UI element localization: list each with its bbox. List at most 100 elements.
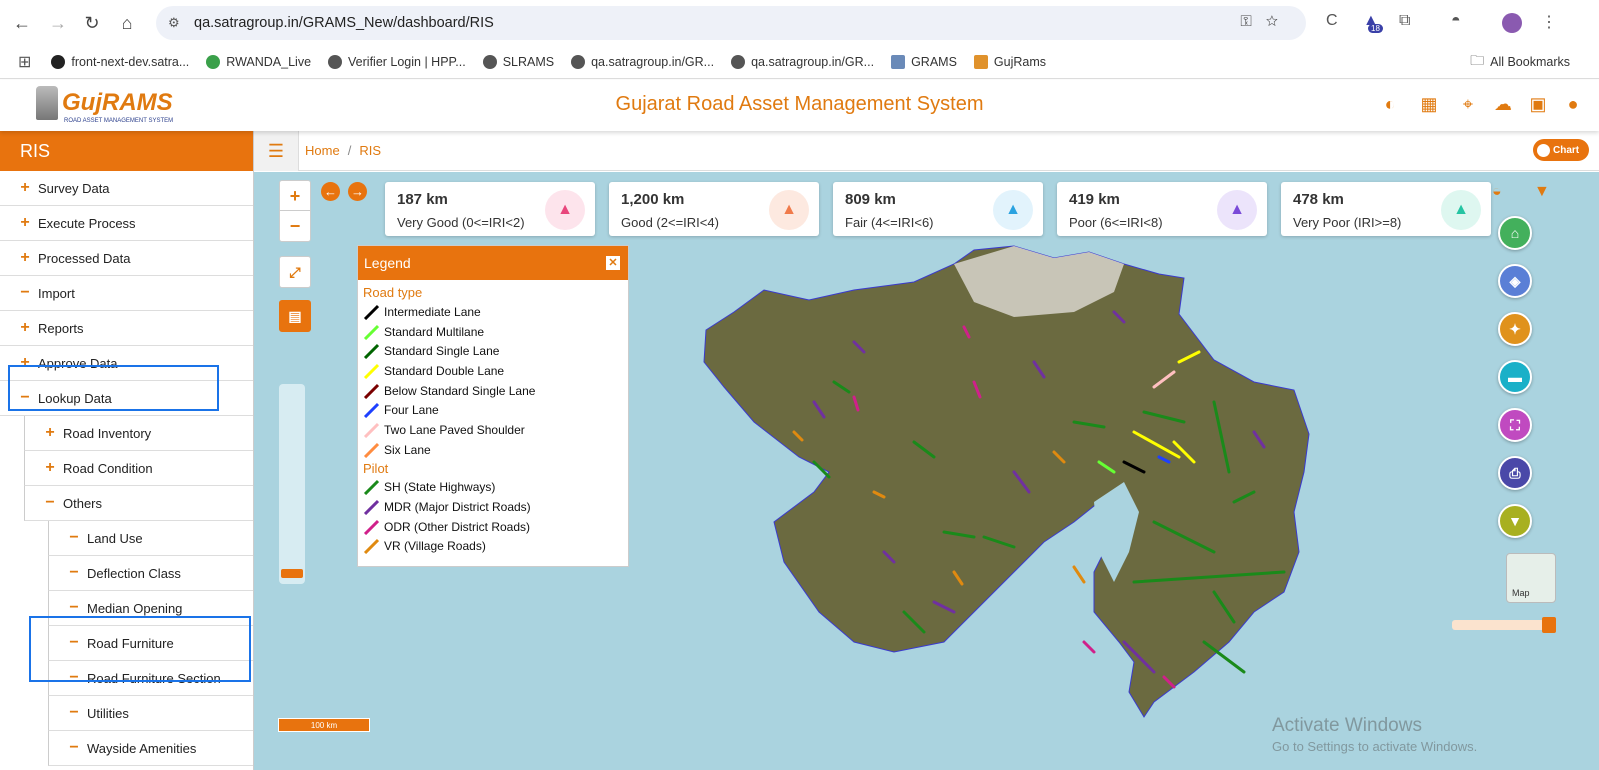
bookmarks-bar: ⊞ front-next-dev.satra... RWANDA_Live Ve… xyxy=(0,46,1599,79)
box-icon[interactable]: ▣ xyxy=(1528,94,1548,114)
palette-icon[interactable]: ◐ xyxy=(1380,94,1400,114)
incognito-icon[interactable]: ◓ xyxy=(1451,12,1461,30)
hamburger-icon[interactable]: ☰ xyxy=(254,131,299,171)
legend-label: MDR (Major District Roads) xyxy=(384,500,531,515)
sidebar-item-import[interactable]: − Import xyxy=(0,276,253,311)
sidebar-item-reports[interactable]: + Reports xyxy=(0,311,253,346)
legend-label: VR (Village Roads) xyxy=(384,539,486,554)
gujarat-landmass xyxy=(703,245,1310,718)
expand-button[interactable]: ⤢ xyxy=(279,256,311,288)
sidebar-item-utilities[interactable]: − Utilities xyxy=(48,696,253,731)
table-button[interactable]: ▤ xyxy=(279,300,311,332)
previous-icon[interactable]: ← xyxy=(321,182,340,201)
road-segment xyxy=(1082,640,1096,654)
sidebar-item-survey-data[interactable]: + Survey Data xyxy=(0,171,253,206)
next-icon[interactable]: → xyxy=(348,182,367,201)
bookmark-5[interactable]: qa.satragroup.in/GR... xyxy=(571,55,714,69)
user-icon[interactable]: ● xyxy=(1563,94,1583,114)
forward-icon[interactable]: → xyxy=(40,5,76,41)
home-button[interactable]: ⌂ xyxy=(1498,216,1532,250)
sidebar-title: RIS xyxy=(0,131,253,171)
legend-panel: Legend ✕ Road type Intermediate Lane Stan… xyxy=(357,245,629,567)
browser-toolbar: ← → ↻ ⌂ ⚙ qa.satragroup.in/GRAMS_New/das… xyxy=(0,0,1599,46)
legend-label: Below Standard Single Lane xyxy=(384,383,536,398)
dashboard-icon[interactable]: ▦ xyxy=(1419,94,1439,114)
legend-label: Four Lane xyxy=(384,403,439,418)
bookmark-4[interactable]: SLRAMS xyxy=(482,55,554,69)
apps-grid-icon[interactable]: ⊞ xyxy=(18,52,31,72)
sidebar-item-deflection-class[interactable]: − Deflection Class xyxy=(48,556,253,591)
password-key-icon[interactable]: ⚿☆ xyxy=(1240,13,1292,30)
all-bookmarks[interactable]: 🗀 All Bookmarks xyxy=(1470,50,1570,74)
ruler-button[interactable]: ▬ xyxy=(1498,360,1532,394)
print-button[interactable]: ⎙ xyxy=(1498,456,1532,490)
bookmark-6[interactable]: qa.satragroup.in/GR... xyxy=(731,55,874,69)
stat-card-good[interactable]: 1,200 km Good (2<=IRI<4) ▲ xyxy=(609,182,819,236)
road-icon: ▲ xyxy=(769,190,809,230)
plus-icon: + xyxy=(20,179,30,196)
site-info-icon[interactable]: ⚙ xyxy=(168,15,180,31)
sidebar-item-others[interactable]: − Others xyxy=(24,486,253,521)
opacity-slider[interactable] xyxy=(1452,617,1556,633)
fullscreen-button[interactable]: ⛶ xyxy=(1498,408,1532,442)
sidebar-item-land-use[interactable]: − Land Use xyxy=(48,521,253,556)
legend-header: Legend ✕ xyxy=(358,246,628,280)
bookmark-7[interactable]: GRAMS xyxy=(891,55,957,69)
filter-icon[interactable]: ▼ xyxy=(1534,183,1550,201)
basemap-switcher[interactable]: Map xyxy=(1506,553,1556,603)
extension-icon[interactable]: C xyxy=(1326,12,1338,30)
legend-item: Standard Double Lane xyxy=(358,361,628,381)
sidebar: RIS + Survey Data + Execute Process + Proce… xyxy=(0,131,254,770)
stat-card-poor[interactable]: 419 km Poor (6<=IRI<8) ▲ xyxy=(1057,182,1267,236)
opacity-slider-thumb[interactable] xyxy=(1542,617,1556,633)
avatar[interactable] xyxy=(1502,13,1522,33)
zoom-out-button[interactable]: − xyxy=(280,211,310,241)
legend-label: Six Lane xyxy=(384,442,431,457)
puzzle-icon[interactable]: ⧉ xyxy=(1399,12,1410,30)
logo-subtitle: ROAD ASSET MANAGEMENT SYSTEM xyxy=(64,118,174,124)
breadcrumb: Home / RIS xyxy=(305,143,381,158)
close-icon[interactable]: ✕ xyxy=(606,256,620,270)
legend-label: Standard Multilane xyxy=(384,324,485,339)
legend-item: Four Lane xyxy=(358,400,628,420)
stat-card-very-poor[interactable]: 478 km Very Poor (IRI>=8) ▲ xyxy=(1281,182,1491,236)
chart-toggle[interactable]: Chart xyxy=(1533,139,1589,161)
zoom-in-button[interactable]: + xyxy=(280,181,310,211)
poi-button[interactable]: ✦ xyxy=(1498,312,1532,346)
legend-item: ODR (Other District Roads) xyxy=(358,517,628,537)
address-bar[interactable]: ⚙ qa.satragroup.in/GRAMS_New/dashboard/R… xyxy=(156,6,1306,40)
sidebar-item-processed-data[interactable]: + Processed Data xyxy=(0,241,253,276)
map-pin-icon[interactable]: ⌖ xyxy=(1458,94,1478,114)
home-icon[interactable]: ⌂ xyxy=(109,5,145,41)
road-icon: ▲ xyxy=(1441,190,1481,230)
sidebar-item-execute-process[interactable]: + Execute Process xyxy=(0,206,253,241)
reload-icon[interactable]: ↻ xyxy=(74,5,110,41)
app-header: GujRAMS ROAD ASSET MANAGEMENT SYSTEM Guj… xyxy=(0,80,1599,131)
map-view[interactable]: ← → + − ⤢ ▤ 187 km Very Good (0<=IRI<2) ▲… xyxy=(254,172,1599,770)
breadcrumb-home[interactable]: Home xyxy=(305,143,340,158)
menu-icon[interactable]: ⋮ xyxy=(1541,12,1557,32)
legend-swatch xyxy=(363,403,379,419)
layers-button[interactable]: ◈ xyxy=(1498,264,1532,298)
bookmark-1[interactable]: front-next-dev.satra... xyxy=(51,55,189,69)
cloud-download-icon[interactable]: ☁ xyxy=(1493,94,1513,114)
zoom-slider-thumb[interactable] xyxy=(281,569,303,578)
gauge-icon[interactable]: ◒ xyxy=(1492,183,1502,201)
back-icon[interactable]: ← xyxy=(4,5,40,41)
bookmark-8[interactable]: GujRams xyxy=(973,55,1046,69)
sidebar-item-road-inventory[interactable]: + Road Inventory xyxy=(24,416,253,451)
bookmark-2[interactable]: RWANDA_Live xyxy=(206,55,311,69)
legend-item: Six Lane xyxy=(358,440,628,460)
table-icon: ▤ xyxy=(288,308,302,324)
sidebar-item-wayside-amenities[interactable]: − Wayside Amenities xyxy=(48,731,253,766)
bookmark-3[interactable]: Verifier Login | HPP... xyxy=(328,55,466,69)
legend-swatch xyxy=(363,324,379,340)
stat-card-very-good[interactable]: 187 km Very Good (0<=IRI<2) ▲ xyxy=(385,182,595,236)
filter-button[interactable]: ▼ xyxy=(1498,504,1532,538)
legend-swatch xyxy=(363,304,379,320)
stat-card-fair[interactable]: 809 km Fair (4<=IRI<6) ▲ xyxy=(833,182,1043,236)
zoom-slider[interactable] xyxy=(279,384,305,584)
legend-swatch xyxy=(363,363,379,379)
plus-icon: + xyxy=(45,459,55,476)
sidebar-item-road-condition[interactable]: + Road Condition xyxy=(24,451,253,486)
